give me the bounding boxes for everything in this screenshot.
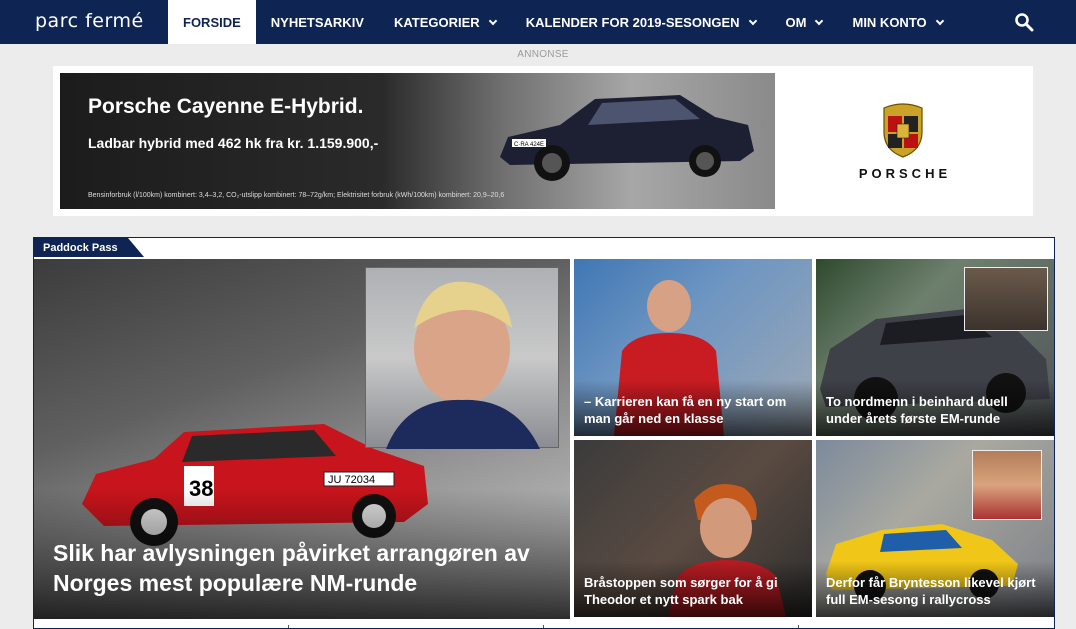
nav-item-label: KATEGORIER bbox=[393, 14, 480, 30]
search-icon[interactable] bbox=[1014, 12, 1034, 32]
ad-banner[interactable]: Porsche Cayenne E-Hybrid. Ladbar hybrid … bbox=[53, 66, 1033, 216]
section-bottom-ticks bbox=[34, 625, 1054, 628]
featured-article-title[interactable]: Slik har avlysningen påvirket arrangøren… bbox=[53, 538, 543, 598]
tick-mark bbox=[798, 625, 799, 628]
nav-item-label: FORSIDE bbox=[183, 14, 241, 30]
chevron-down-icon bbox=[488, 16, 497, 25]
paddock-pass-section: Paddock Pass 38 JU 72034 Slik har avlysn… bbox=[33, 237, 1055, 629]
ad-fineprint: Bensinforbruk (l/100km) kombinert: 3,4–3… bbox=[88, 192, 505, 199]
car-plate: JU 72034 bbox=[328, 474, 375, 486]
article-tile[interactable]: – Karrieren kan få en ny start om man gå… bbox=[574, 259, 812, 436]
chevron-down-icon bbox=[748, 16, 757, 25]
article-title[interactable]: Derfor får Bryntesson likevel kjørt full… bbox=[826, 574, 1044, 608]
tick-mark bbox=[288, 625, 289, 628]
car-illustration: C·RA 424E bbox=[500, 95, 754, 181]
nav-item-label: NYHETSARKIV bbox=[270, 14, 364, 30]
nav-item-kalender[interactable]: KALENDER FOR 2019-SESONGEN bbox=[511, 0, 771, 44]
tick-mark bbox=[543, 625, 544, 628]
ad-image: Porsche Cayenne E-Hybrid. Ladbar hybrid … bbox=[60, 73, 775, 209]
nav-item-label: MIN KONTO bbox=[852, 14, 927, 30]
site-logo[interactable]: parc fermé bbox=[0, 0, 168, 44]
car-plate: C·RA 424E bbox=[514, 142, 544, 148]
portrait-image bbox=[365, 267, 559, 449]
featured-article[interactable]: 38 JU 72034 Slik har avlysningen påvirke… bbox=[34, 259, 570, 619]
nav-menu: FORSIDE NYHETSARKIV KATEGORIER KALENDER … bbox=[168, 0, 958, 44]
inset-photo bbox=[964, 267, 1048, 331]
nav-item-forside[interactable]: FORSIDE bbox=[168, 0, 256, 44]
ad-label: ANNONSE bbox=[517, 49, 569, 60]
nav-item-min-konto[interactable]: MIN KONTO bbox=[837, 0, 957, 44]
nav-item-label: KALENDER FOR 2019-SESONGEN bbox=[525, 14, 740, 30]
chevron-down-icon bbox=[815, 16, 824, 25]
top-navbar: parc fermé FORSIDE NYHETSARKIV KATEGORIE… bbox=[0, 0, 1076, 44]
article-tile[interactable]: To nordmenn i beinhard duell under årets… bbox=[816, 259, 1054, 436]
article-title[interactable]: – Karrieren kan få en ny start om man gå… bbox=[584, 393, 802, 427]
porsche-crest-icon bbox=[883, 103, 923, 158]
article-tile[interactable]: Derfor får Bryntesson likevel kjørt full… bbox=[816, 440, 1054, 617]
article-title[interactable]: Bråstoppen som sørger for å gi Theodor e… bbox=[584, 574, 802, 608]
ad-brand: PORSCHE bbox=[858, 166, 952, 181]
nav-item-kategorier[interactable]: KATEGORIER bbox=[379, 0, 511, 44]
article-tile[interactable]: Bråstoppen som sørger for å gi Theodor e… bbox=[574, 440, 812, 617]
nav-item-label: OM bbox=[785, 14, 807, 30]
section-tag: Paddock Pass bbox=[34, 238, 144, 257]
nav-item-om[interactable]: OM bbox=[771, 0, 838, 44]
chevron-down-icon bbox=[935, 16, 944, 25]
nav-item-nyhetsarkiv[interactable]: NYHETSARKIV bbox=[256, 0, 379, 44]
ad-title: Porsche Cayenne E-Hybrid. bbox=[88, 95, 364, 118]
ad-subtitle: Ladbar hybrid med 462 hk fra kr. 1.159.9… bbox=[88, 135, 379, 151]
inset-photo bbox=[972, 450, 1042, 520]
portrait-illustration bbox=[386, 281, 540, 449]
article-title[interactable]: To nordmenn i beinhard duell under årets… bbox=[826, 393, 1044, 427]
